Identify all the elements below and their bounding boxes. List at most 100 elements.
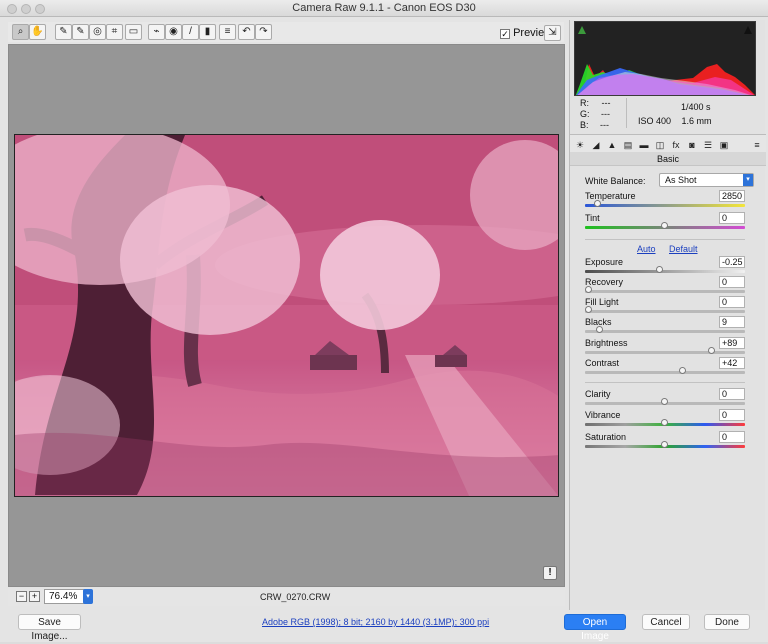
tone-curve-tab-icon[interactable]: ◢ [590, 139, 602, 151]
clarity-thumb[interactable] [661, 398, 668, 405]
done-button[interactable]: Done [704, 614, 750, 630]
list-tool-button[interactable]: ≡ [219, 24, 236, 40]
rotate-left-icon: ↶ [242, 26, 251, 37]
target-icon: ◎ [93, 26, 102, 37]
zoom-out-button[interactable]: − [16, 591, 27, 602]
panel-title: Basic [570, 152, 766, 166]
saturation-value[interactable]: 0 [719, 431, 745, 443]
filename-label: CRW_0270.CRW [260, 592, 331, 602]
vibrance-value[interactable]: 0 [719, 409, 745, 421]
effects-tab-icon[interactable]: fx [670, 139, 682, 151]
temperature-value[interactable]: 2850 [719, 190, 745, 202]
exposure-slider[interactable] [585, 270, 745, 273]
fill-light-slider[interactable] [585, 310, 745, 313]
fill-light-value[interactable]: 0 [719, 296, 745, 308]
toolbar: ⌕ ✋ ✎ ✎ ◎ ⌗ ▭ ⌁ ◉ / ▮ ≡ ↶ ↷ [8, 22, 564, 42]
window-title: Camera Raw 9.1.1 - Canon EOS D30 [292, 2, 476, 14]
exposure-thumb[interactable] [656, 266, 663, 273]
split-toning-tab-icon[interactable]: ▬ [638, 139, 650, 151]
panel-menu-icon[interactable]: ≡ [752, 139, 762, 151]
red-eye-tool-button[interactable]: ◉ [165, 24, 182, 40]
fullscreen-button[interactable]: ⇲ [544, 25, 561, 41]
rotate-right-button[interactable]: ↷ [255, 24, 272, 40]
exposure-label: Exposure [585, 257, 624, 267]
targeted-adjustment-tool-button[interactable]: ◎ [89, 24, 106, 40]
list-icon: ≡ [224, 26, 231, 37]
spot-removal-tool-button[interactable]: ⌁ [148, 24, 165, 40]
straighten-tool-button[interactable]: ▭ [125, 24, 142, 40]
zoom-tool-button[interactable]: ⌕ [12, 24, 29, 40]
brightness-value[interactable]: +89 [719, 337, 745, 349]
lens-tab-icon[interactable]: ◫ [654, 139, 666, 151]
green-value: --- [601, 109, 611, 119]
fill-light-thumb[interactable] [585, 306, 592, 313]
white-balance-row: White Balance: As Shot ▾ [585, 173, 754, 187]
graduated-filter-tool-button[interactable]: ▮ [199, 24, 216, 40]
basic-tab-icon[interactable]: ☀ [574, 139, 586, 151]
workflow-options-link[interactable]: Adobe RGB (1998); 8 bit; 2160 by 1440 (3… [262, 617, 489, 627]
temperature-thumb[interactable] [594, 200, 601, 207]
recovery-control: Recovery 0 [585, 276, 745, 297]
recovery-value[interactable]: 0 [719, 276, 745, 288]
magnifier-icon: ⌕ [17, 26, 24, 37]
presets-tab-icon[interactable]: ☰ [702, 139, 714, 151]
temperature-label: Temperature [585, 191, 636, 201]
exposure-value[interactable]: -0.25 [719, 256, 745, 268]
contrast-thumb[interactable] [679, 367, 686, 374]
brightness-slider[interactable] [585, 351, 745, 354]
contrast-value[interactable]: +42 [719, 357, 745, 369]
exposure-control: Exposure -0.25 [585, 256, 745, 277]
minimize-window-button[interactable] [21, 4, 31, 14]
recovery-slider[interactable] [585, 290, 745, 293]
zoom-level-field[interactable]: 76.4% [44, 589, 85, 604]
clarity-value[interactable]: 0 [719, 388, 745, 400]
zoom-in-button[interactable]: + [29, 591, 40, 602]
snapshots-tab-icon[interactable]: ▣ [718, 139, 730, 151]
zoom-dropdown-icon[interactable]: ▾ [83, 589, 93, 604]
checkbox-icon: ✓ [500, 29, 510, 39]
blacks-slider[interactable] [585, 330, 745, 333]
camera-calibration-tab-icon[interactable]: ◙ [686, 139, 698, 151]
auto-link[interactable]: Auto [637, 244, 656, 254]
tint-thumb[interactable] [661, 222, 668, 229]
green-label: G: [580, 109, 590, 119]
close-window-button[interactable] [7, 4, 17, 14]
tint-value[interactable]: 0 [719, 212, 745, 224]
white-balance-select[interactable]: As Shot ▾ [659, 173, 754, 187]
blacks-thumb[interactable] [596, 326, 603, 333]
open-image-button[interactable]: Open Image [564, 614, 626, 642]
blue-value: --- [600, 120, 610, 130]
contrast-control: Contrast +42 [585, 357, 745, 378]
temperature-slider[interactable] [585, 204, 745, 207]
highlight-clipping-icon[interactable] [744, 26, 752, 34]
save-image-button[interactable]: Save Image... [18, 614, 81, 642]
brightness-thumb[interactable] [708, 347, 715, 354]
vibrance-thumb[interactable] [661, 419, 668, 426]
crop-icon: ⌗ [111, 26, 118, 37]
zoom-window-button[interactable] [35, 4, 45, 14]
clarity-label: Clarity [585, 389, 611, 399]
contrast-slider[interactable] [585, 371, 745, 374]
eyedropper-icon: ✎ [59, 26, 68, 37]
blacks-value[interactable]: 9 [719, 316, 745, 328]
adjustment-brush-tool-button[interactable]: / [182, 24, 199, 40]
tint-label: Tint [585, 213, 600, 223]
photo-preview [14, 134, 559, 497]
default-link[interactable]: Default [669, 244, 698, 254]
cancel-button[interactable]: Cancel [642, 614, 690, 630]
recovery-thumb[interactable] [585, 286, 592, 293]
shadow-clipping-icon[interactable] [578, 26, 586, 34]
white-balance-tool-button[interactable]: ✎ [55, 24, 72, 40]
histogram-graph [575, 22, 755, 95]
color-sampler-tool-button[interactable]: ✎ [72, 24, 89, 40]
straighten-icon: ▭ [128, 26, 139, 37]
detail-tab-icon[interactable]: ▲ [606, 139, 618, 151]
gradient-icon: ▮ [204, 26, 211, 37]
clarity-control: Clarity 0 [585, 388, 745, 409]
rotate-left-button[interactable]: ↶ [238, 24, 255, 40]
hsl-tab-icon[interactable]: ▤ [622, 139, 634, 151]
warning-icon[interactable]: ! [543, 566, 557, 580]
crop-tool-button[interactable]: ⌗ [106, 24, 123, 40]
saturation-thumb[interactable] [661, 441, 668, 448]
hand-tool-button[interactable]: ✋ [29, 24, 46, 40]
